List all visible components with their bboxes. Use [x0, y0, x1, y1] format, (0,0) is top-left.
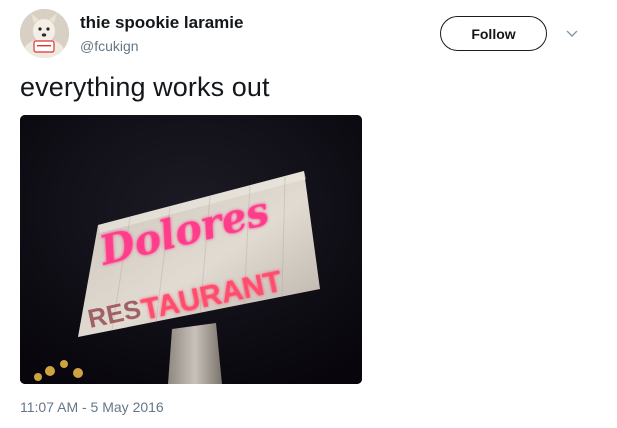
tweet-menu-button[interactable] [563, 26, 581, 42]
user-handle[interactable]: @fcukign [80, 38, 139, 54]
dog-avatar-icon [20, 9, 69, 58]
tweet-timestamp[interactable]: 11:07 AM - 5 May 2016 [20, 399, 164, 415]
chevron-down-icon [566, 30, 578, 37]
tweet-photo[interactable]: Dolores RES TAURANT [20, 115, 362, 384]
follow-button[interactable]: Follow [440, 16, 547, 51]
restaurant-sign-image: Dolores RES TAURANT [20, 115, 362, 384]
tweet-text: everything works out [20, 72, 270, 102]
display-name[interactable]: thie spookie laramie [80, 13, 243, 33]
user-avatar[interactable] [20, 9, 69, 58]
tweet-card: thie spookie laramie @fcukign Follow eve… [0, 0, 617, 428]
